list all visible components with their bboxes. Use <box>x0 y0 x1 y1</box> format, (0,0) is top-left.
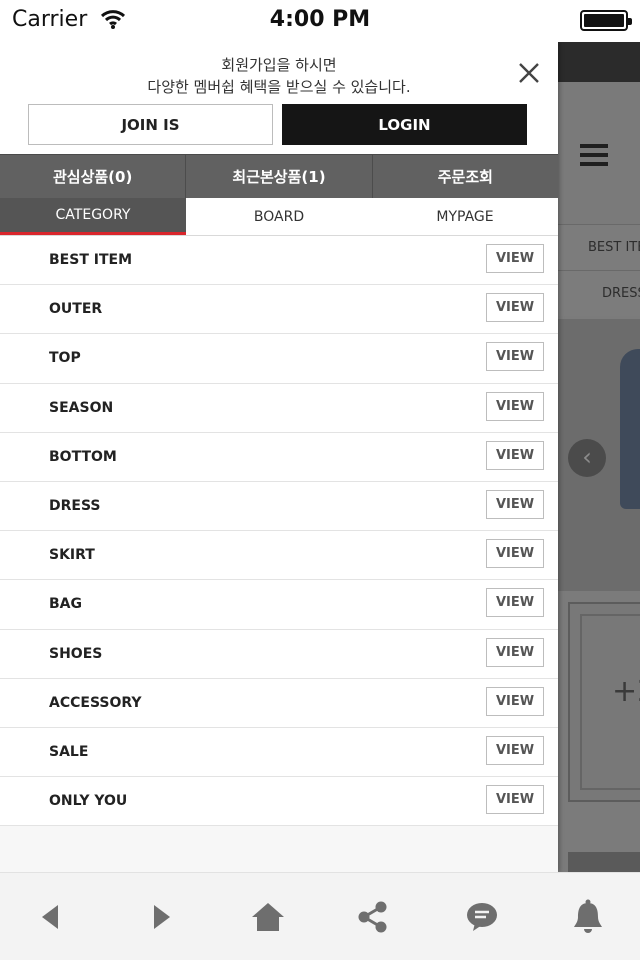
bg-bottom-block <box>568 852 640 872</box>
view-button[interactable]: VIEW <box>486 785 544 815</box>
view-button[interactable]: VIEW <box>486 686 544 716</box>
bg-tab-dress: DRESS <box>558 270 640 316</box>
category-name: DRESS <box>49 497 101 514</box>
join-button[interactable]: JOIN IS <box>28 104 273 145</box>
clock: 4:00 PM <box>269 7 371 32</box>
home-icon[interactable] <box>248 897 288 937</box>
view-button[interactable]: VIEW <box>486 293 544 323</box>
back-icon[interactable] <box>30 897 70 937</box>
membership-promo: 회원가입을 하시면 다양한 멤버쉽 혜택을 받으실 수 있습니다. <box>0 54 558 98</box>
promo-line-2: 다양한 멤버쉽 혜택을 받으실 수 있습니다. <box>147 78 411 96</box>
side-drawer: 회원가입을 하시면 다양한 멤버쉽 혜택을 받으실 수 있습니다. JOIN I… <box>0 42 558 872</box>
view-button[interactable]: VIEW <box>486 539 544 569</box>
list-item[interactable]: BOTTOM VIEW <box>0 432 558 482</box>
list-item[interactable]: ACCESSORY VIEW <box>0 678 558 728</box>
list-item[interactable]: OUTER VIEW <box>0 285 558 335</box>
app-screen: Carrier 4:00 PM BEST ITE DRESS ‹ +2 <box>0 0 640 960</box>
view-button[interactable]: VIEW <box>486 588 544 618</box>
view-button[interactable]: VIEW <box>486 735 544 765</box>
wishlist-link[interactable]: 관심상품(0) <box>0 155 187 198</box>
view-button[interactable]: VIEW <box>486 637 544 667</box>
hamburger-menu-icon <box>580 144 608 171</box>
category-name: ACCESSORY <box>49 694 142 711</box>
drawer-header: 회원가입을 하시면 다양한 멤버쉽 혜택을 받으실 수 있습니다. JOIN I… <box>0 42 558 154</box>
list-item[interactable]: SHOES VIEW <box>0 629 558 679</box>
category-name: BEST ITEM <box>49 252 132 268</box>
category-name: SEASON <box>49 399 114 416</box>
list-item[interactable]: TOP VIEW <box>0 334 558 384</box>
list-item[interactable]: BEST ITEM VIEW <box>0 236 558 286</box>
bg-tab-best: BEST ITE <box>558 224 640 270</box>
bg-model-photo <box>620 349 640 509</box>
quick-links: 관심상품(0) 최근본상품(1) 주문조회 <box>0 154 558 198</box>
category-name: BAG <box>49 596 82 613</box>
login-button[interactable]: LOGIN <box>282 104 527 145</box>
close-icon[interactable] <box>514 58 544 88</box>
list-item[interactable]: SKIRT VIEW <box>0 531 558 581</box>
view-button[interactable]: VIEW <box>486 440 544 470</box>
bg-topbar <box>558 42 640 82</box>
list-item[interactable]: DRESS VIEW <box>0 481 558 532</box>
status-bar: Carrier 4:00 PM <box>0 0 640 42</box>
category-name: SALE <box>49 743 89 760</box>
category-name: SHOES <box>49 645 103 662</box>
category-name: BOTTOM <box>49 448 117 465</box>
list-item[interactable]: BAG VIEW <box>0 580 558 630</box>
order-lookup-link[interactable]: 주문조회 <box>373 155 558 198</box>
category-list: BEST ITEM VIEW OUTER VIEW TOP VIEW SEASON VI… <box>0 236 558 827</box>
share-icon[interactable] <box>353 897 393 937</box>
bg-box-text: +2 <box>612 674 640 709</box>
category-name: TOP <box>49 350 81 367</box>
bg-header <box>558 82 640 224</box>
bell-icon[interactable] <box>568 897 608 937</box>
bottom-toolbar <box>0 872 640 960</box>
recent-viewed-link[interactable]: 최근본상품(1) <box>186 155 373 198</box>
list-item[interactable]: SALE VIEW <box>0 727 558 778</box>
view-button[interactable]: VIEW <box>486 391 544 421</box>
bg-hero-banner: ‹ <box>558 319 640 591</box>
tab-category[interactable]: CATEGORY <box>0 198 186 235</box>
tab-mypage[interactable]: MYPAGE <box>372 198 558 235</box>
drawer-tabs: CATEGORY BOARD MYPAGE <box>0 198 558 236</box>
bg-promo-box: +2 <box>568 602 640 802</box>
chat-icon[interactable] <box>462 897 502 937</box>
background-page: BEST ITE DRESS ‹ +2 <box>558 42 640 872</box>
view-button[interactable]: VIEW <box>486 244 544 273</box>
list-item[interactable]: SEASON VIEW <box>0 383 558 433</box>
tab-board[interactable]: BOARD <box>186 198 372 235</box>
category-name: ONLY YOU <box>49 793 128 810</box>
view-button[interactable]: VIEW <box>486 342 544 372</box>
list-item[interactable]: ONLY YOU VIEW <box>0 777 558 827</box>
battery-icon <box>580 10 632 31</box>
category-name: SKIRT <box>49 547 95 564</box>
chevron-left-icon: ‹ <box>568 439 606 477</box>
forward-icon[interactable] <box>142 897 182 937</box>
category-name: OUTER <box>49 301 103 318</box>
view-button[interactable]: VIEW <box>486 489 544 519</box>
promo-line-1: 회원가입을 하시면 <box>221 56 337 74</box>
